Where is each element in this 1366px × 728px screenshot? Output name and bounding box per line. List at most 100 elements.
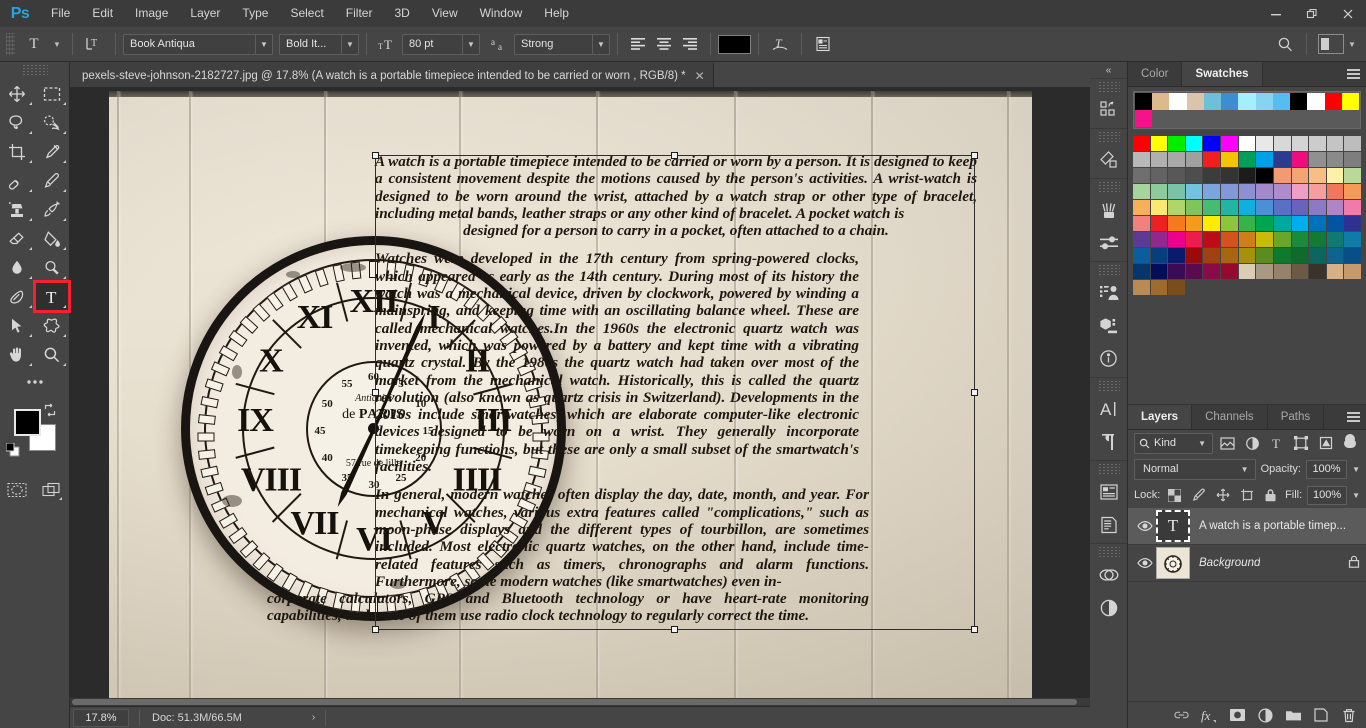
swatch[interactable]	[1273, 152, 1291, 167]
foreground-color-swatch[interactable]	[14, 409, 41, 436]
swatch[interactable]	[1238, 168, 1256, 183]
swatch[interactable]	[1344, 216, 1361, 231]
swatch[interactable]	[1326, 248, 1344, 263]
swatch[interactable]	[1133, 248, 1150, 263]
swatch[interactable]	[1238, 248, 1256, 263]
swatch[interactable]	[1221, 232, 1238, 247]
brush-presets-icon[interactable]	[1090, 193, 1127, 226]
swatch[interactable]	[1133, 264, 1150, 279]
swatch[interactable]	[1344, 200, 1361, 215]
filter-pixel-icon[interactable]	[1218, 432, 1237, 454]
text-color-swatch[interactable]	[718, 34, 751, 54]
custom-shape-tool[interactable]	[35, 311, 70, 340]
swatch[interactable]	[1238, 152, 1256, 167]
recent-swatch[interactable]	[1341, 93, 1359, 110]
paragraph-styles-icon[interactable]	[1090, 508, 1127, 541]
rail-grip[interactable]	[1097, 264, 1120, 275]
layer-style-icon[interactable]: fx	[1196, 704, 1222, 726]
swatch[interactable]	[1168, 264, 1185, 279]
fill-input[interactable]: 100%	[1307, 485, 1348, 505]
new-layer-icon[interactable]	[1308, 704, 1334, 726]
swatch[interactable]	[1238, 184, 1256, 199]
swatch[interactable]	[1344, 184, 1361, 199]
swatch[interactable]	[1168, 232, 1185, 247]
lock-image-pixels-icon[interactable]	[1189, 485, 1208, 505]
swatch[interactable]	[1185, 264, 1203, 279]
menu-image[interactable]: Image	[124, 0, 179, 27]
swatch[interactable]	[1150, 264, 1168, 279]
swatch[interactable]	[1203, 168, 1221, 183]
search-icon[interactable]	[1271, 32, 1299, 56]
swatch[interactable]	[1168, 248, 1185, 263]
chevron-down-icon[interactable]: ▼	[341, 34, 358, 54]
swatch[interactable]	[1291, 184, 1309, 199]
swatch[interactable]	[1256, 248, 1273, 263]
swatch[interactable]	[1150, 136, 1168, 151]
layer-visibility-icon[interactable]	[1134, 520, 1156, 532]
swatch[interactable]	[1256, 264, 1273, 279]
eraser-tool[interactable]	[0, 224, 35, 253]
toggle-character-paragraph-panels-icon[interactable]	[809, 32, 837, 56]
clone-stamp-tool[interactable]	[0, 195, 35, 224]
font-style-select[interactable]: Bold It... ▼	[279, 33, 359, 55]
layer-comps-icon[interactable]	[1090, 558, 1127, 591]
swatch[interactable]	[1150, 168, 1168, 183]
swatch[interactable]	[1256, 216, 1273, 231]
align-right-button[interactable]	[677, 33, 703, 55]
rail-grip[interactable]	[1097, 380, 1120, 391]
blur-tool[interactable]	[0, 253, 35, 282]
swatch[interactable]	[1291, 200, 1309, 215]
swatch[interactable]	[1203, 216, 1221, 231]
close-icon[interactable]: ✕	[695, 69, 705, 83]
swatch[interactable]	[1273, 216, 1291, 231]
swatch[interactable]	[1326, 136, 1344, 151]
layer-thumbnail-text[interactable]: T	[1156, 510, 1190, 542]
filter-shape-icon[interactable]	[1292, 432, 1311, 454]
horizontal-type-tool[interactable]: T	[32, 280, 71, 313]
swatch[interactable]	[1291, 248, 1309, 263]
swatch[interactable]	[1133, 232, 1150, 247]
swatch[interactable]	[1203, 232, 1221, 247]
rail-grip[interactable]	[1097, 181, 1120, 192]
swatch[interactable]	[1221, 168, 1238, 183]
swatch[interactable]	[1309, 136, 1326, 151]
swatch[interactable]	[1256, 168, 1273, 183]
hand-tool[interactable]	[0, 340, 35, 369]
lock-transparent-pixels-icon[interactable]	[1165, 485, 1184, 505]
antialias-select[interactable]: Strong ▼	[514, 33, 610, 55]
recent-swatch[interactable]	[1169, 93, 1187, 110]
handle-bottom-right[interactable]	[971, 626, 978, 633]
swatch[interactable]	[1273, 248, 1291, 263]
character-icon[interactable]: A	[1090, 392, 1127, 425]
3d-icon[interactable]	[1090, 309, 1127, 342]
horizontal-scrollbar[interactable]	[70, 698, 1090, 706]
swatch[interactable]	[1168, 152, 1185, 167]
menu-window[interactable]: Window	[469, 0, 534, 27]
font-size-input[interactable]: 80 pt ▼	[402, 33, 480, 55]
recent-swatch[interactable]	[1255, 93, 1273, 110]
recent-swatch[interactable]	[1152, 93, 1170, 110]
brush-settings-icon[interactable]	[1090, 226, 1127, 259]
paragraph-icon[interactable]	[1090, 425, 1127, 458]
collapse-panels-icon[interactable]: «	[1090, 62, 1127, 78]
filter-smart-object-icon[interactable]	[1316, 432, 1335, 454]
handle-top-right[interactable]	[971, 152, 978, 159]
recent-swatch[interactable]	[1307, 93, 1325, 110]
swatch[interactable]	[1150, 184, 1168, 199]
swatch[interactable]	[1185, 152, 1203, 167]
rail-grip[interactable]	[1097, 81, 1120, 92]
path-selection-tool[interactable]	[0, 311, 35, 340]
styles-icon[interactable]	[1090, 276, 1127, 309]
swatch[interactable]	[1256, 152, 1273, 167]
menu-file[interactable]: File	[40, 0, 81, 27]
swatch[interactable]	[1291, 216, 1309, 231]
recent-swatch[interactable]	[1221, 93, 1239, 110]
swatch[interactable]	[1238, 136, 1256, 151]
swatch[interactable]	[1344, 168, 1361, 183]
swatch[interactable]	[1309, 168, 1326, 183]
swatch[interactable]	[1133, 200, 1150, 215]
swatch[interactable]	[1168, 200, 1185, 215]
swatch[interactable]	[1326, 232, 1344, 247]
swatch[interactable]	[1168, 280, 1185, 295]
swatch[interactable]	[1309, 184, 1326, 199]
